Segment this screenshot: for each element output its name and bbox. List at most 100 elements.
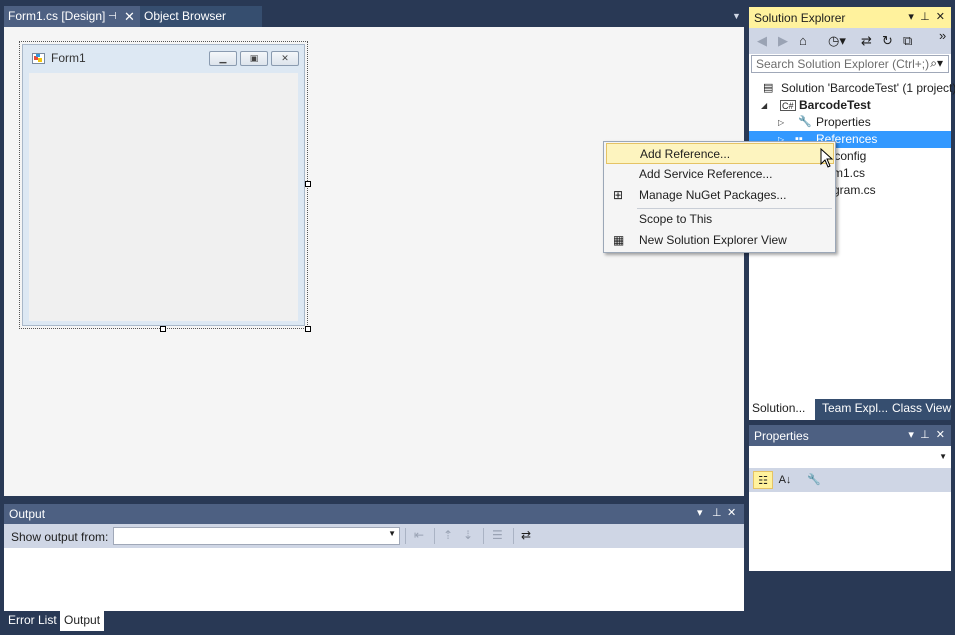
menu-item-new-solution-explorer-view[interactable]: ▦ New Solution Explorer View [606, 230, 834, 251]
close-icon[interactable]: ✕ [936, 429, 945, 441]
form1-title: Form1 [51, 51, 86, 65]
new-view-icon: ▦ [613, 233, 625, 247]
wrench-icon: 🔧 [798, 116, 812, 128]
chevron-down-icon: ▼ [939, 452, 947, 461]
forward-icon[interactable]: ▶ [778, 33, 788, 49]
form1-window[interactable]: Form1 ▁ ▣ ✕ [22, 44, 305, 326]
tab-error-list[interactable]: Error List [4, 611, 61, 631]
tab-class-view[interactable]: Class View [889, 399, 954, 420]
nuget-icon: ⊞ [613, 188, 624, 202]
pin-icon[interactable]: ⊥ [920, 11, 930, 23]
output-panel-header: Output ▾ ⊥ ✕ [4, 504, 744, 524]
expanded-arrow-icon[interactable]: ◢ [761, 97, 767, 114]
solution-explorer-header: Solution Explorer ▾ ⊥ ✕ [749, 7, 951, 28]
tab-form1-design-label: Form1.cs [Design] [8, 9, 106, 23]
tab-team-explorer[interactable]: Team Expl... [819, 399, 891, 420]
output-dropdown-icon[interactable]: ▾ [697, 506, 703, 519]
tree-item-project[interactable]: ◢ C# BarcodeTest [749, 97, 951, 114]
menu-item-label: New Solution Explorer View [639, 233, 787, 247]
solution-explorer-title: Solution Explorer [754, 11, 846, 25]
close-tab-icon[interactable]: ✕ [124, 6, 135, 27]
property-pages-icon[interactable]: 🔧 [804, 471, 824, 489]
resize-handle-bottom-right[interactable] [305, 326, 311, 332]
output-pin-icon[interactable]: ⊥ [712, 506, 722, 519]
form-designer-surface[interactable]: Form1 ▁ ▣ ✕ [4, 27, 744, 496]
menu-item-scope-to-this[interactable]: Scope to This [606, 209, 834, 230]
tab-solution-explorer[interactable]: Solution... [749, 399, 815, 420]
tree-item-properties-label: Properties [816, 115, 871, 129]
dropdown-icon[interactable]: ▾ [908, 429, 914, 441]
categorized-icon[interactable]: ☷ [753, 471, 773, 489]
menu-item-label: Add Service Reference... [639, 167, 773, 181]
collapse-all-icon[interactable]: ⧉ [903, 33, 912, 49]
show-output-from-label: Show output from: [11, 530, 109, 544]
form1-titlebar: Form1 ▁ ▣ ✕ [23, 45, 304, 71]
form-maximize-icon: ▣ [240, 51, 268, 66]
output-toolbar: Show output from: ▼ ⇤ ⇡ ⇣ ☰ ⇄ [4, 524, 744, 548]
solution-explorer-header-icons: ▾ ⊥ ✕ [908, 10, 945, 23]
dropdown-icon[interactable]: ▾ [908, 11, 914, 23]
tree-item-form1-label: m1.cs [833, 166, 866, 180]
solution-explorer-toolbar: ◀ ▶ ⌂ ◷▾ ⇄ ↻ ⧉ » [749, 28, 951, 54]
resize-handle-bottom[interactable] [160, 326, 166, 332]
properties-header-icons: ▾ ⊥ ✕ [908, 428, 945, 441]
output-panel-title: Output [9, 507, 46, 521]
search-icon[interactable]: ⌕▾ [930, 56, 943, 71]
output-close-icon[interactable]: ✕ [727, 506, 736, 519]
form1-client-area[interactable] [29, 73, 298, 321]
tree-item-app-config-label: .config [831, 149, 867, 163]
find-message-in-code-icon[interactable]: ⇤ [414, 528, 424, 542]
tree-item-properties[interactable]: ▷ 🔧 Properties [749, 114, 951, 131]
toggle-word-wrap-icon[interactable]: ⇄ [521, 528, 531, 542]
menu-item-add-reference[interactable]: Add Reference... [606, 143, 834, 164]
solution-explorer-search-input[interactable]: Search Solution Explorer (Ctrl+;) ⌕▾ [751, 55, 949, 73]
toolbar-separator [405, 528, 406, 544]
tab-overflow-dropdown-icon[interactable]: ▼ [732, 6, 744, 27]
toolbar-separator [483, 528, 484, 544]
properties-object-select[interactable]: ▼ [749, 446, 951, 468]
refresh-icon[interactable]: ↻ [882, 33, 893, 49]
home-icon[interactable]: ⌂ [799, 33, 807, 48]
properties-panel: Properties ▾ ⊥ ✕ ▼ ☷ A↓ 🔧 [749, 425, 951, 571]
form-window-icon [32, 53, 45, 64]
properties-header: Properties ▾ ⊥ ✕ [749, 425, 951, 446]
clear-all-icon[interactable]: ☰ [492, 528, 503, 542]
menu-item-label: Add Reference... [640, 147, 731, 161]
properties-title: Properties [754, 429, 809, 443]
collapsed-arrow-icon[interactable]: ▷ [778, 114, 784, 131]
tree-item-project-label: BarcodeTest [799, 98, 871, 112]
sync-with-active-document-icon[interactable]: ⇄ [861, 33, 872, 49]
show-output-from-select[interactable]: ▼ [113, 527, 400, 545]
resize-handle-right[interactable] [305, 181, 311, 187]
toolbar-separator [513, 528, 514, 544]
document-tab-strip: Form1.cs [Design] ⊣ ✕ Object Browser ▼ [4, 6, 744, 27]
toolbar-separator [434, 528, 435, 544]
form-close-icon: ✕ [271, 51, 299, 66]
form-minimize-icon: ▁ [209, 51, 237, 66]
pin-tab-icon[interactable]: ⊣ [108, 6, 117, 27]
tree-item-solution[interactable]: ▤ Solution 'BarcodeTest' (1 project) [749, 80, 955, 97]
close-icon[interactable]: ✕ [936, 11, 945, 23]
tab-object-browser[interactable]: Object Browser [140, 6, 262, 27]
toolbar-overflow-icon[interactable]: » [939, 28, 946, 43]
menu-item-label: Manage NuGet Packages... [639, 188, 787, 202]
tree-item-program-label: gram.cs [833, 183, 876, 197]
tree-item-solution-label: Solution 'BarcodeTest' (1 project) [781, 81, 955, 95]
tab-output[interactable]: Output [60, 611, 105, 631]
menu-item-add-service-reference[interactable]: Add Service Reference... [606, 164, 834, 185]
tab-object-browser-label: Object Browser [144, 9, 227, 23]
previous-message-icon[interactable]: ⇡ [443, 528, 453, 542]
tab-form1-design[interactable]: Form1.cs [Design] ⊣ ✕ [4, 6, 140, 27]
references-context-menu: Add Reference... Add Service Reference..… [603, 141, 836, 253]
pending-changes-filter-icon[interactable]: ◷▾ [828, 33, 846, 49]
search-placeholder: Search Solution Explorer (Ctrl+;) [756, 57, 930, 71]
back-icon[interactable]: ◀ [757, 33, 767, 49]
mouse-cursor-icon [820, 148, 834, 168]
alphabetical-sort-icon[interactable]: A↓ [775, 471, 795, 489]
pin-icon[interactable]: ⊥ [920, 429, 930, 441]
next-message-icon[interactable]: ⇣ [463, 528, 473, 542]
menu-item-manage-nuget[interactable]: ⊞ Manage NuGet Packages... [606, 185, 834, 206]
csharp-project-icon: C# [780, 100, 796, 111]
chevron-down-icon: ▼ [388, 529, 396, 538]
solution-icon: ▤ [763, 82, 774, 94]
